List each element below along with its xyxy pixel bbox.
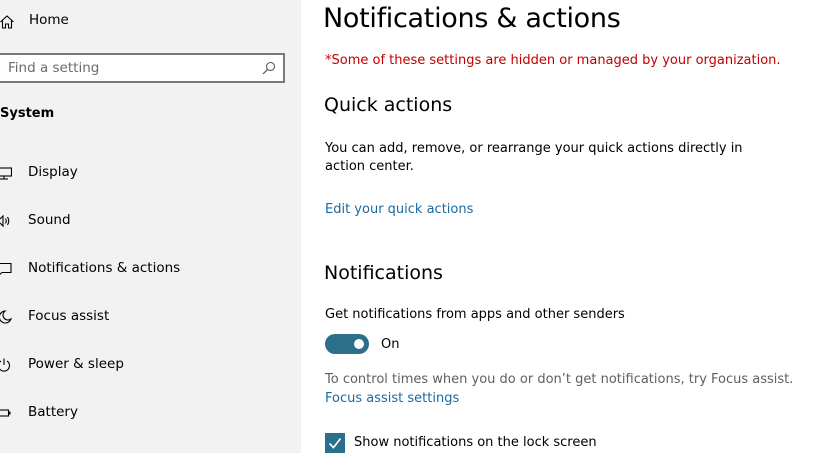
sidebar-item-notifications[interactable]: Notifications & actions bbox=[0, 251, 301, 287]
toggle-state-label: On bbox=[381, 337, 400, 352]
power-icon bbox=[0, 358, 11, 372]
edit-quick-actions-link[interactable]: Edit your quick actions bbox=[325, 202, 473, 217]
sidebar-item-label: Display bbox=[28, 164, 78, 180]
section-title: System bbox=[0, 106, 55, 121]
quick-actions-heading: Quick actions bbox=[324, 94, 453, 116]
sidebar: Home System Display Sound Notifications … bbox=[0, 0, 301, 453]
home-label: Home bbox=[29, 12, 69, 28]
display-icon bbox=[0, 167, 12, 180]
sidebar-item-label: Sound bbox=[28, 212, 71, 228]
notifications-icon bbox=[0, 262, 12, 275]
sound-icon bbox=[0, 214, 10, 228]
moon-icon bbox=[0, 310, 12, 324]
sidebar-item-label: Battery bbox=[28, 404, 78, 420]
focus-assist-hint: To control times when you do or don’t ge… bbox=[325, 372, 794, 387]
lock-screen-label: Show notifications on the lock screen bbox=[354, 435, 597, 450]
managed-warning: *Some of these settings are hidden or ma… bbox=[325, 53, 781, 68]
notifications-heading: Notifications bbox=[324, 262, 443, 284]
quick-actions-description: You can add, remove, or rearrange your q… bbox=[325, 141, 743, 174]
toggle-knob bbox=[354, 339, 364, 349]
page-title: Notifications & actions bbox=[323, 3, 621, 34]
battery-icon bbox=[0, 409, 11, 417]
sidebar-item-sound[interactable]: Sound bbox=[0, 203, 301, 239]
main-content: Notifications & actions *Some of these s… bbox=[301, 0, 828, 453]
lock-screen-checkbox[interactable] bbox=[325, 433, 345, 453]
sidebar-item-power-sleep[interactable]: Power & sleep bbox=[0, 347, 301, 383]
sidebar-item-display[interactable]: Display bbox=[0, 155, 301, 191]
home-icon bbox=[0, 15, 14, 29]
sidebar-item-battery[interactable]: Battery bbox=[0, 395, 301, 431]
notifications-toggle[interactable] bbox=[325, 334, 369, 354]
sidebar-item-focus-assist[interactable]: Focus assist bbox=[0, 299, 301, 335]
sidebar-item-label: Notifications & actions bbox=[28, 260, 181, 276]
search-box[interactable] bbox=[0, 53, 285, 83]
notifications-toggle-description: Get notifications from apps and other se… bbox=[325, 307, 625, 322]
search-input[interactable] bbox=[8, 59, 253, 77]
focus-assist-settings-link[interactable]: Focus assist settings bbox=[325, 391, 459, 406]
sidebar-item-label: Power & sleep bbox=[28, 356, 124, 372]
search-icon[interactable] bbox=[262, 61, 276, 75]
sidebar-item-label: Focus assist bbox=[28, 308, 110, 324]
checkmark-icon bbox=[328, 438, 342, 449]
